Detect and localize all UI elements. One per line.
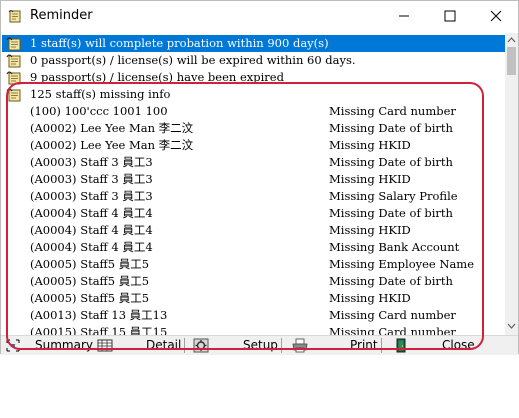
staff-name-cell: (A0005) Staff5 員工5 [30, 274, 150, 288]
staff-name-cell: (A0003) Staff 3 員工3 [30, 189, 153, 203]
missing-field-cell: Missing Card number [329, 325, 456, 335]
missing-info-row[interactable]: (A0004) Staff 4 員工4 Missing Date of birth [2, 205, 505, 222]
reminder-note-icon [8, 10, 21, 23]
staff-name-cell: (A0004) Staff 4 員工4 [30, 223, 153, 237]
reminder-summary-row[interactable]: 125 staff(s) missing info [2, 86, 505, 103]
minimize-button[interactable] [381, 1, 427, 31]
reminder-summary-text: 9 passport(s) / license(s) have been exp… [30, 70, 284, 84]
missing-info-row[interactable]: (A0002) Lee Yee Man 李二汶 Missing HKID [2, 137, 505, 154]
staff-name-cell: (A0004) Staff 4 員工4 [30, 206, 153, 220]
reminder-note-icon [6, 54, 21, 68]
missing-info-row[interactable]: (A0005) Staff5 員工5 Missing Employee Name [2, 256, 505, 273]
reminder-list[interactable]: 1 staff(s) will complete probation withi… [2, 33, 505, 335]
missing-info-row[interactable]: (A0002) Lee Yee Man 李二汶 Missing Date of b… [2, 120, 505, 137]
missing-field-cell: Missing Card number [329, 104, 456, 118]
missing-info-row[interactable]: (A0005) Staff5 員工5 Missing HKID [2, 290, 505, 307]
window-title: Reminder [30, 8, 93, 23]
missing-field-cell: Missing HKID [329, 172, 411, 186]
toolbar-separator [381, 338, 382, 353]
staff-name-cell: (A0002) Lee Yee Man 李二汶 [30, 138, 194, 152]
close-window-button[interactable] [473, 1, 519, 31]
staff-name-cell: (A0003) Staff 3 員工3 [30, 155, 153, 169]
toolbar-separator [281, 338, 282, 353]
reminder-note-icon [6, 37, 21, 51]
missing-field-cell: Missing HKID [329, 138, 411, 152]
missing-field-cell: Missing Date of birth [329, 121, 453, 135]
missing-info-row[interactable]: (A0015) Staff 15 員工15 Missing Card number [2, 324, 505, 335]
staff-name-cell: (A0003) Staff 3 員工3 [30, 172, 153, 186]
reminder-summary-text: 1 staff(s) will complete probation withi… [30, 36, 329, 50]
detail-button[interactable]: Detail [146, 336, 181, 355]
toolbar-separator [184, 338, 185, 353]
close-icon [490, 10, 502, 22]
setup-icon [193, 338, 209, 353]
missing-field-cell: Missing HKID [329, 223, 411, 237]
reminder-summary-row[interactable]: 0 passport(s) / license(s) will be expir… [2, 52, 505, 69]
maximize-button[interactable] [427, 1, 473, 31]
missing-field-cell: Missing Date of birth [329, 155, 453, 169]
missing-field-cell: Missing Card number [329, 308, 456, 322]
staff-name-cell: (A0004) Staff 4 員工4 [30, 240, 153, 254]
vertical-scrollbar[interactable] [505, 33, 518, 335]
close-button[interactable]: Close [442, 336, 475, 355]
reminder-summary-text: 0 passport(s) / license(s) will be expir… [30, 53, 356, 67]
scroll-up-icon[interactable] [507, 36, 516, 43]
missing-info-row[interactable]: (A0003) Staff 3 員工3 Missing Salary Profil… [2, 188, 505, 205]
setup-button[interactable]: Setup [243, 336, 278, 355]
missing-field-cell: Missing Employee Name [329, 257, 475, 271]
reminder-note-icon [6, 88, 21, 102]
detail-grid-icon [97, 339, 113, 352]
summary-button[interactable]: Summary [35, 336, 93, 355]
missing-info-row[interactable]: (A0003) Staff 3 員工3 Missing HKID [2, 171, 505, 188]
missing-info-row[interactable]: (A0004) Staff 4 員工4 Missing Bank Account [2, 239, 505, 256]
reminder-summary-row[interactable]: 1 staff(s) will complete probation withi… [2, 35, 505, 52]
reminder-summary-text: 125 staff(s) missing info [30, 87, 171, 101]
staff-name-cell: (A0002) Lee Yee Man 李二汶 [30, 121, 194, 135]
staff-name-cell: (A0015) Staff 15 員工15 [30, 325, 168, 335]
reminder-note-icon [6, 71, 21, 85]
staff-name-cell: (100) 100'ccc 1001 100 [30, 104, 168, 118]
missing-info-row[interactable]: (A0004) Staff 4 員工4 Missing HKID [2, 222, 505, 239]
bottom-toolbar: Summary Detail Setup Print Close [1, 335, 518, 355]
missing-field-cell: Missing Date of birth [329, 274, 453, 288]
maximize-icon [444, 10, 456, 22]
missing-info-row[interactable]: (A0013) Staff 13 員工13 Missing Card number [2, 307, 505, 324]
print-button[interactable]: Print [350, 336, 378, 355]
staff-name-cell: (A0005) Staff5 員工5 [30, 257, 150, 271]
missing-field-cell: Missing Date of birth [329, 206, 453, 220]
reminder-summary-row[interactable]: 9 passport(s) / license(s) have been exp… [2, 69, 505, 86]
close-door-icon [396, 338, 406, 353]
staff-name-cell: (A0005) Staff5 員工5 [30, 291, 150, 305]
summary-icon [6, 339, 20, 352]
scrollbar-thumb[interactable] [507, 47, 516, 75]
missing-field-cell: Missing HKID [329, 291, 411, 305]
title-bar: Reminder [1, 1, 518, 32]
scroll-down-icon[interactable] [507, 323, 516, 330]
printer-icon [292, 338, 308, 353]
minimize-icon [399, 15, 409, 17]
missing-info-row[interactable]: (A0003) Staff 3 員工3 Missing Date of birth [2, 154, 505, 171]
missing-info-row[interactable]: (A0005) Staff5 員工5 Missing Date of birth [2, 273, 505, 290]
missing-info-row[interactable]: (100) 100'ccc 1001 100 Missing Card numbe… [2, 103, 505, 120]
reminder-window: Reminder 1 staff(s) will complete probat… [0, 0, 519, 355]
missing-field-cell: Missing Bank Account [329, 240, 460, 254]
missing-field-cell: Missing Salary Profile [329, 189, 458, 203]
staff-name-cell: (A0013) Staff 13 員工13 [30, 308, 168, 322]
